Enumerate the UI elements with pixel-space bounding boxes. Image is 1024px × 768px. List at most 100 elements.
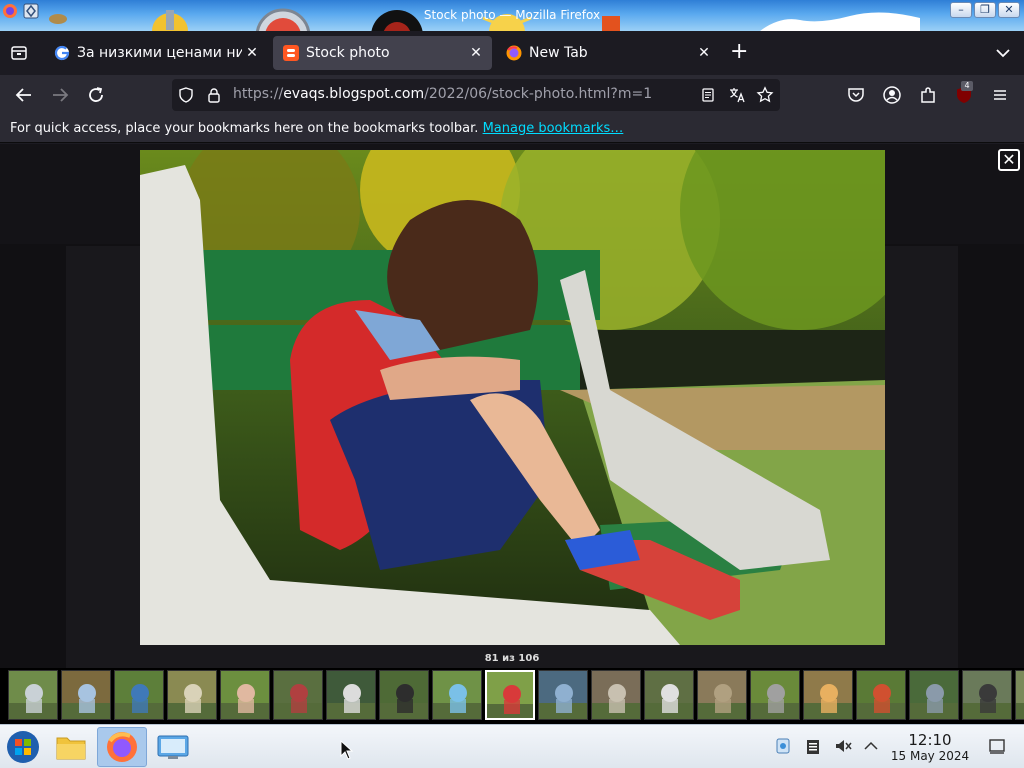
extension-badge: 4 — [961, 81, 973, 91]
thumbnail-image — [751, 671, 799, 719]
manage-bookmarks-link[interactable]: Manage bookmarks… — [483, 121, 624, 136]
google-icon — [54, 45, 70, 61]
thumbnail-image — [380, 671, 428, 719]
taskbar-system-settings[interactable] — [150, 727, 196, 767]
thumbnail-image — [698, 671, 746, 719]
translate-icon[interactable] — [728, 86, 746, 104]
thumbnail-image — [645, 671, 693, 719]
account-icon[interactable] — [880, 83, 904, 107]
thumbnail-selected[interactable] — [485, 670, 535, 720]
image-counter: 81 из 106 — [484, 653, 540, 664]
tab-stock-photo[interactable]: Stock photo ✕ — [273, 36, 492, 70]
window-title-bar[interactable]: Stock photo — Mozilla Firefox – ❐ ✕ — [0, 0, 1024, 31]
firefox-icon — [107, 732, 137, 762]
thumbnail[interactable] — [803, 670, 853, 720]
thumbnail[interactable] — [591, 670, 641, 720]
thumbnail-image — [221, 671, 269, 719]
thumbnail[interactable] — [273, 670, 323, 720]
thumbnail[interactable] — [1015, 670, 1024, 720]
thumbnail[interactable] — [61, 670, 111, 720]
thumbnail[interactable] — [697, 670, 747, 720]
thumbnail-image — [910, 671, 958, 719]
thumbnail-image — [1016, 671, 1024, 719]
bookmark-star-icon[interactable] — [756, 86, 774, 104]
thumbnail-image — [433, 671, 481, 719]
thumbnail[interactable] — [114, 670, 164, 720]
close-tab-icon[interactable]: ✕ — [244, 45, 260, 61]
close-window-button[interactable]: ✕ — [998, 2, 1020, 18]
thumbnail[interactable] — [326, 670, 376, 720]
reader-view-icon[interactable] — [700, 87, 716, 103]
thumbnail-image — [857, 671, 905, 719]
clipboard-icon[interactable] — [804, 737, 822, 755]
thumbnail[interactable] — [909, 670, 959, 720]
network-icon[interactable] — [774, 737, 792, 755]
thumbnail[interactable] — [856, 670, 906, 720]
url-bar[interactable]: https://evaqs.blogspot.com/2022/06/stock… — [172, 79, 780, 111]
tab-google[interactable]: За низкими ценами ни ✕ — [44, 36, 268, 70]
blogger-icon — [283, 45, 299, 61]
close-tab-icon[interactable]: ✕ — [468, 45, 484, 61]
thumbnail[interactable] — [379, 670, 429, 720]
thumbnail[interactable] — [538, 670, 588, 720]
volume-muted-icon[interactable] — [834, 737, 852, 755]
thumbnail[interactable] — [220, 670, 270, 720]
chevron-up-icon[interactable] — [862, 737, 880, 755]
thumbnail-image — [274, 671, 322, 719]
tab-strip: За низкими ценами ни ✕ Stock photo ✕ New… — [0, 31, 1024, 75]
new-tab-button[interactable]: + — [730, 40, 748, 64]
taskbar: 12:10 15 May 2024 — [0, 724, 1024, 768]
lightbox-photo[interactable] — [140, 150, 885, 645]
thumbnail-image — [963, 671, 1011, 719]
start-menu-button[interactable] — [0, 727, 46, 767]
tab-label: New Tab — [529, 45, 588, 61]
control-panel-icon — [157, 735, 189, 759]
reload-icon[interactable] — [84, 83, 108, 107]
shield-icon[interactable] — [178, 87, 194, 103]
forward-arrow-icon[interactable] — [48, 83, 72, 107]
thumbnail-image — [62, 671, 110, 719]
thumbnail-image — [168, 671, 216, 719]
thumbnail-image — [487, 672, 533, 718]
url-text[interactable]: https://evaqs.blogspot.com/2022/06/stock… — [233, 86, 652, 102]
thumbnail[interactable] — [8, 670, 58, 720]
firefox-view-icon[interactable] — [10, 44, 28, 62]
clock-date: 15 May 2024 — [890, 749, 970, 763]
pocket-icon[interactable] — [844, 83, 868, 107]
windows-start-icon — [7, 731, 39, 763]
hamburger-menu-icon[interactable] — [988, 83, 1012, 107]
taskbar-firefox[interactable] — [97, 727, 147, 767]
lock-icon[interactable] — [206, 87, 222, 103]
thumbnail-image — [592, 671, 640, 719]
thumbnail-image — [9, 671, 57, 719]
folder-icon — [56, 737, 86, 760]
tab-label: Stock photo — [306, 45, 390, 61]
back-arrow-icon[interactable] — [12, 83, 36, 107]
thumbnail[interactable] — [962, 670, 1012, 720]
thumbnail[interactable] — [167, 670, 217, 720]
thumbnail-strip[interactable] — [0, 668, 1024, 724]
lightbox-close-button[interactable]: ✕ — [998, 149, 1020, 171]
show-desktop-icon[interactable] — [988, 737, 1006, 755]
close-tab-icon[interactable]: ✕ — [696, 45, 712, 61]
thumbnail-image — [327, 671, 375, 719]
taskbar-clock[interactable]: 12:10 15 May 2024 — [886, 732, 974, 764]
mouse-cursor-icon — [340, 740, 354, 760]
thumbnail[interactable] — [750, 670, 800, 720]
thumbnail[interactable] — [644, 670, 694, 720]
chevron-down-icon[interactable] — [995, 45, 1011, 61]
navigation-toolbar: https://evaqs.blogspot.com/2022/06/stock… — [0, 75, 1024, 115]
minimize-button[interactable]: – — [950, 2, 972, 18]
bookmarks-hint-text: For quick access, place your bookmarks h… — [10, 121, 479, 136]
thumbnail[interactable] — [432, 670, 482, 720]
tab-new-tab[interactable]: New Tab ✕ — [496, 36, 720, 70]
thumbnail-image — [804, 671, 852, 719]
extensions-icon[interactable] — [916, 83, 940, 107]
taskbar-file-manager[interactable] — [48, 727, 94, 767]
thumbnail-image — [115, 671, 163, 719]
clock-time: 12:10 — [908, 731, 952, 749]
window-title: Stock photo — Mozilla Firefox — [423, 8, 601, 22]
maximize-button[interactable]: ❐ — [974, 2, 996, 18]
tab-label: За низкими ценами ни — [77, 45, 242, 61]
thumbnail-image — [539, 671, 587, 719]
